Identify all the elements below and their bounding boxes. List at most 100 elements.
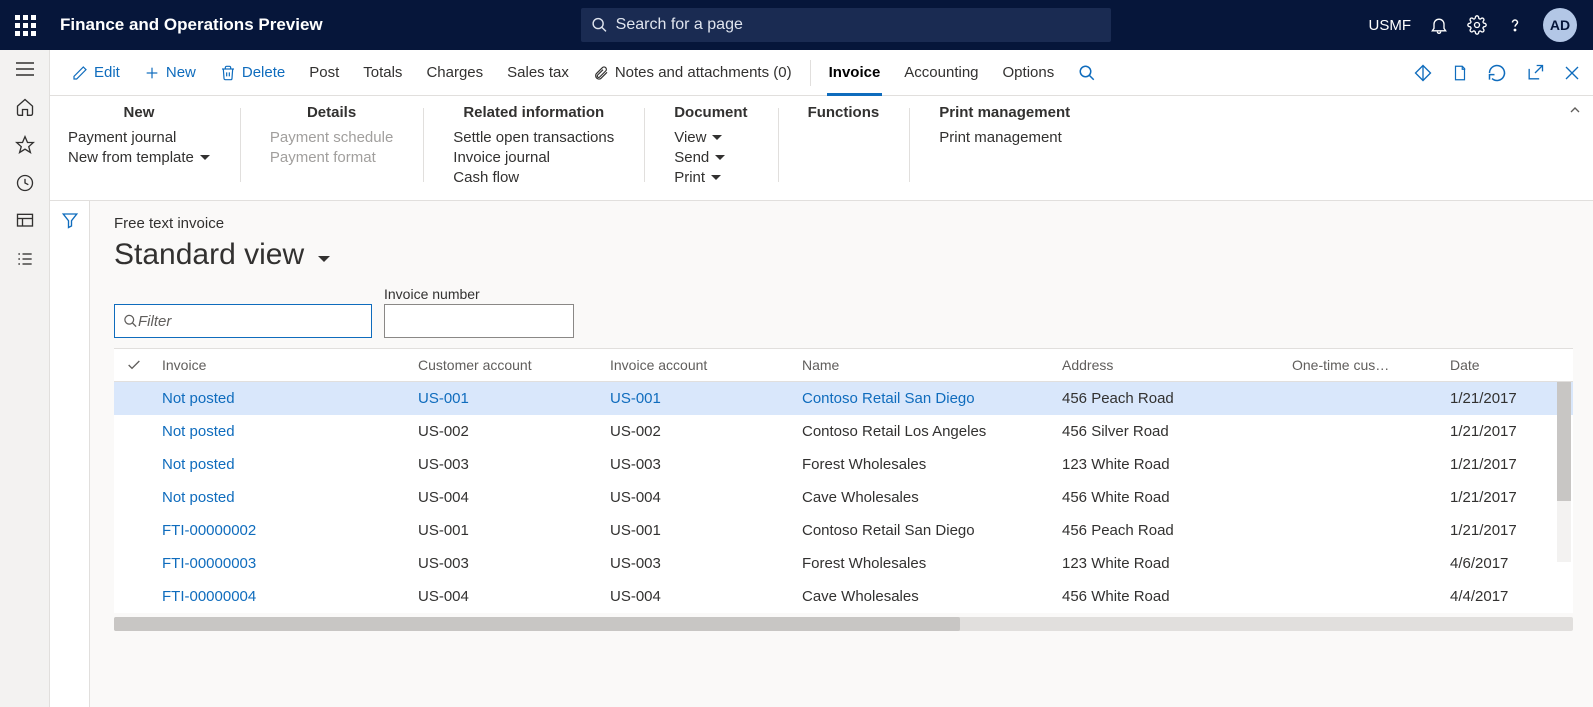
cell: Contoso Retail Los Angeles: [794, 423, 1054, 440]
new-label: New: [166, 64, 196, 81]
col-onetime[interactable]: One-time cus…: [1284, 357, 1442, 373]
cell: US-003: [410, 456, 602, 473]
close-icon[interactable]: [1563, 64, 1581, 82]
ribbon-collapse-icon[interactable]: [1567, 102, 1583, 118]
gear-icon[interactable]: [1467, 15, 1487, 35]
quick-filter[interactable]: [114, 304, 372, 338]
personalize-icon[interactable]: [1413, 63, 1433, 83]
vertical-scrollbar[interactable]: [1557, 382, 1571, 562]
action-bar: Edit New Delete Post Totals Charges Sale…: [50, 50, 1593, 96]
plus-icon: [144, 65, 160, 81]
col-invoice[interactable]: Invoice: [154, 357, 410, 373]
table-row[interactable]: FTI-00000002US-001US-001Contoso Retail S…: [114, 514, 1573, 547]
ribbon-item[interactable]: Print management: [939, 129, 1070, 146]
workspace-icon[interactable]: [14, 210, 36, 232]
cell[interactable]: Contoso Retail San Diego: [794, 390, 1054, 407]
select-all-checkbox[interactable]: [114, 357, 154, 373]
charges-button[interactable]: Charges: [416, 60, 493, 85]
search-input[interactable]: [616, 16, 1101, 34]
trash-icon: [220, 65, 236, 81]
notes-button[interactable]: Notes and attachments (0): [583, 60, 802, 85]
notes-label: Notes and attachments (0): [615, 64, 792, 81]
col-date[interactable]: Date: [1442, 357, 1592, 373]
table-row[interactable]: Not postedUS-004US-004Cave Wholesales456…: [114, 481, 1573, 514]
filter-row: Invoice number: [114, 286, 1573, 338]
table-row[interactable]: Not postedUS-002US-002Contoso Retail Los…: [114, 415, 1573, 448]
cell: 4/6/2017: [1442, 555, 1573, 572]
app-title: Finance and Operations Preview: [60, 15, 323, 35]
cell[interactable]: FTI-00000004: [154, 588, 410, 605]
table-row[interactable]: FTI-00000004US-004US-004Cave Wholesales4…: [114, 580, 1573, 613]
legal-entity[interactable]: USMF: [1368, 17, 1411, 34]
edit-label: Edit: [94, 64, 120, 81]
charges-label: Charges: [426, 64, 483, 81]
delete-button[interactable]: Delete: [210, 60, 295, 85]
new-button[interactable]: New: [134, 60, 206, 85]
tab-invoice-label: Invoice: [829, 64, 881, 81]
nav-rail: [0, 50, 50, 707]
ribbon-item[interactable]: View: [674, 129, 747, 146]
ribbon-item[interactable]: Settle open transactions: [453, 129, 614, 146]
col-address[interactable]: Address: [1054, 357, 1284, 373]
ribbon-item: Payment schedule: [270, 129, 393, 146]
modules-icon[interactable]: [14, 248, 36, 270]
invoice-number-input[interactable]: [384, 304, 574, 338]
ribbon-item[interactable]: Payment journal: [68, 129, 210, 146]
cell[interactable]: FTI-00000003: [154, 555, 410, 572]
cell[interactable]: Not posted: [154, 390, 410, 407]
cell[interactable]: Not posted: [154, 423, 410, 440]
tab-invoice[interactable]: Invoice: [819, 60, 891, 85]
ribbon-item: Payment format: [270, 149, 393, 166]
ribbon-group-title: Document: [674, 104, 747, 121]
tab-options-label: Options: [1003, 64, 1055, 81]
divider: [810, 60, 811, 86]
col-customer-account[interactable]: Customer account: [410, 357, 602, 373]
cell[interactable]: US-001: [410, 390, 602, 407]
help-icon[interactable]: [1505, 15, 1525, 35]
ribbon-item[interactable]: Invoice journal: [453, 149, 614, 166]
cell: US-001: [602, 522, 794, 539]
table-row[interactable]: Not postedUS-003US-003Forest Wholesales1…: [114, 448, 1573, 481]
popout-icon[interactable]: [1525, 63, 1545, 83]
quick-filter-input[interactable]: [138, 313, 363, 330]
ribbon-group: Functions: [778, 104, 910, 186]
app-launcher-icon[interactable]: [8, 8, 42, 42]
ribbon: NewPayment journalNew from templateDetai…: [50, 96, 1593, 201]
ribbon-group: New Payment journal New from template: [68, 104, 240, 186]
bell-icon[interactable]: [1429, 15, 1449, 35]
home-icon[interactable]: [14, 96, 36, 118]
global-search[interactable]: [581, 8, 1111, 42]
cell[interactable]: Not posted: [154, 456, 410, 473]
view-selector[interactable]: Standard view: [114, 238, 1573, 272]
star-icon[interactable]: [14, 134, 36, 156]
cell[interactable]: US-001: [602, 390, 794, 407]
cell: US-004: [602, 489, 794, 506]
refresh-icon[interactable]: [1487, 63, 1507, 83]
horizontal-scrollbar[interactable]: [114, 617, 1573, 631]
col-invoice-account[interactable]: Invoice account: [602, 357, 794, 373]
cell: US-004: [602, 588, 794, 605]
ribbon-item[interactable]: New from template: [68, 149, 210, 166]
edit-button[interactable]: Edit: [62, 60, 130, 85]
recent-icon[interactable]: [14, 172, 36, 194]
salestax-button[interactable]: Sales tax: [497, 60, 579, 85]
totals-button[interactable]: Totals: [353, 60, 412, 85]
tab-options[interactable]: Options: [993, 60, 1065, 85]
cell: US-003: [602, 555, 794, 572]
find-button[interactable]: [1068, 60, 1106, 86]
hamburger-icon[interactable]: [14, 58, 36, 80]
cell[interactable]: FTI-00000002: [154, 522, 410, 539]
avatar[interactable]: AD: [1543, 8, 1577, 42]
table-row[interactable]: FTI-00000003US-003US-003Forest Wholesale…: [114, 547, 1573, 580]
filter-pane-toggle[interactable]: [50, 201, 90, 707]
post-button[interactable]: Post: [299, 60, 349, 85]
table-row[interactable]: Not postedUS-001US-001Contoso Retail San…: [114, 382, 1573, 415]
office-icon[interactable]: [1451, 63, 1469, 83]
ribbon-item[interactable]: Print: [674, 169, 747, 186]
ribbon-group-title: New: [68, 104, 210, 121]
cell[interactable]: Not posted: [154, 489, 410, 506]
ribbon-item[interactable]: Cash flow: [453, 169, 614, 186]
tab-accounting[interactable]: Accounting: [894, 60, 988, 85]
col-name[interactable]: Name: [794, 357, 1054, 373]
ribbon-item[interactable]: Send: [674, 149, 747, 166]
